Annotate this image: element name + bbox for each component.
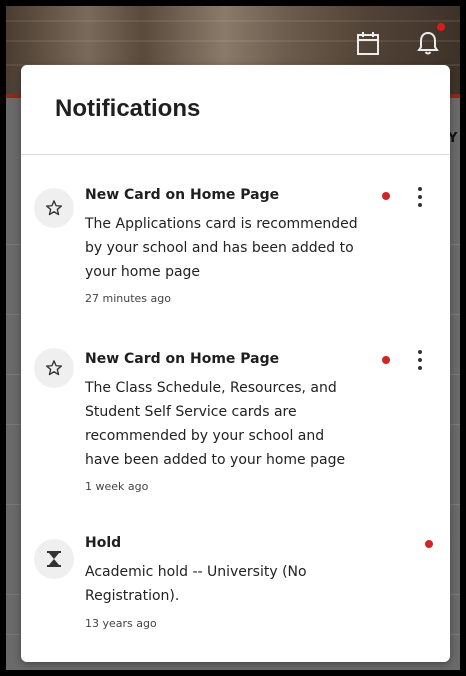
more-options-icon[interactable] bbox=[414, 185, 426, 209]
unread-indicator bbox=[425, 540, 433, 548]
notification-time: 27 minutes ago bbox=[85, 292, 171, 305]
star-outline-icon bbox=[34, 188, 74, 228]
unread-indicator bbox=[382, 356, 390, 364]
notification-body-line: recommended by your school and bbox=[85, 428, 325, 444]
notification-body: The Class Schedule, Resources, and Stude… bbox=[85, 376, 375, 472]
bell-icon[interactable] bbox=[416, 30, 440, 56]
notification-body-line: Student Self Service cards are bbox=[85, 404, 297, 420]
divider bbox=[21, 154, 450, 155]
notification-body: Academic hold -- University (No Registra… bbox=[85, 560, 375, 608]
bell-unread-badge bbox=[437, 23, 445, 31]
unread-indicator bbox=[382, 192, 390, 200]
calendar-icon[interactable] bbox=[356, 30, 380, 56]
hourglass-icon bbox=[34, 539, 74, 579]
notification-body: The Applications card is recommended by … bbox=[85, 212, 375, 284]
more-options-icon[interactable] bbox=[414, 348, 426, 372]
notification-body-line: The Class Schedule, Resources, and bbox=[85, 380, 337, 396]
notification-body-line: Registration). bbox=[85, 588, 180, 604]
notification-title: Hold bbox=[85, 535, 122, 551]
notification-body-line: your home page bbox=[85, 264, 201, 280]
notification-item[interactable]: New Card on Home Page The Class Schedule… bbox=[21, 348, 450, 518]
star-outline-icon bbox=[34, 348, 74, 388]
notification-body-line: Academic hold -- University (No bbox=[85, 564, 307, 580]
notification-item[interactable]: New Card on Home Page The Applications c… bbox=[21, 183, 450, 323]
notification-time: 1 week ago bbox=[85, 480, 149, 493]
panel-title: Notifications bbox=[55, 95, 201, 122]
notification-time: 13 years ago bbox=[85, 617, 157, 630]
notification-body-line: The Applications card is recommended bbox=[85, 216, 358, 232]
notification-item[interactable]: Hold Academic hold -- University (No Reg… bbox=[21, 534, 450, 644]
notification-body-line: have been added to your home page bbox=[85, 452, 346, 468]
notification-title: New Card on Home Page bbox=[85, 351, 280, 367]
notification-body-line: by your school and has been added to bbox=[85, 240, 354, 256]
notifications-panel: Notifications New Card on Home Page The … bbox=[21, 65, 450, 662]
notification-title: New Card on Home Page bbox=[85, 187, 280, 203]
